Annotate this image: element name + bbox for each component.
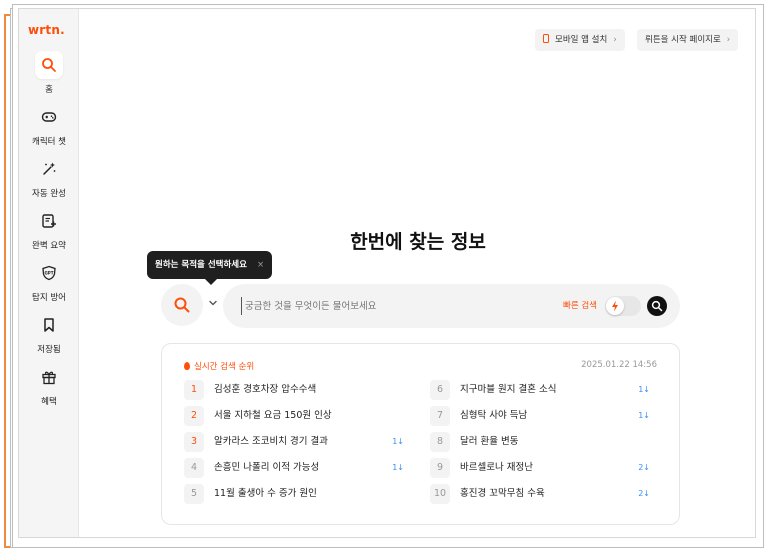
magic-wand-icon xyxy=(35,155,63,183)
rank-number: 5 xyxy=(184,484,204,504)
sidebar-item-label: 저장됨 xyxy=(37,345,61,355)
rank-number: 4 xyxy=(184,458,204,478)
gamepad-icon xyxy=(35,103,63,131)
rank-change: 1↓ xyxy=(392,437,404,446)
rank-text: 김성훈 경호차장 압수수색 xyxy=(214,384,317,395)
rank-change: 1↓ xyxy=(638,411,650,420)
sidebar-item-autocomplete[interactable]: 자동 완성 xyxy=(19,155,79,199)
search-icon xyxy=(651,300,663,312)
sidebar-item-label: 완벽 요약 xyxy=(32,241,66,251)
sidebar-item-label: 혜택 xyxy=(41,397,57,407)
rank-number: 2 xyxy=(184,406,204,426)
rank-number: 3 xyxy=(184,432,204,452)
sidebar-item-saved[interactable]: 저장됨 xyxy=(19,311,79,355)
list-item[interactable]: 1 김성훈 경호차장 압수수색 xyxy=(184,380,404,400)
purpose-tooltip: 원하는 목적을 선택하세요 × xyxy=(147,251,273,285)
rank-text: 알카라스 조코비치 경기 결과 xyxy=(214,436,328,447)
rank-text: 심형탁 사야 득남 xyxy=(460,410,528,421)
bookmark-icon xyxy=(35,311,63,339)
rank-change: 2↓ xyxy=(638,489,650,498)
list-item[interactable]: 8 달러 환율 변동 xyxy=(430,432,650,452)
sidebar-item-label: 캐릭터 챗 xyxy=(32,137,66,147)
gpt-shield-icon: GPT xyxy=(35,259,63,287)
list-item[interactable]: 3 알카라스 조코비치 경기 결과 1↓ xyxy=(184,432,404,452)
document-plus-icon xyxy=(35,207,63,235)
sidebar-item-summary[interactable]: 완벽 요약 xyxy=(19,207,79,251)
chevron-right-icon: › xyxy=(613,35,617,45)
search-input[interactable] xyxy=(241,297,541,315)
install-mobile-app-button[interactable]: 모바일 앱 설치 › xyxy=(535,29,625,51)
tooltip-close-icon[interactable]: × xyxy=(257,260,264,270)
list-item[interactable]: 10 홍진경 꼬막무침 수육 2↓ xyxy=(430,484,650,504)
quick-search-label: 빠른 검색 xyxy=(563,301,597,311)
list-item[interactable]: 4 손흥민 나폴리 이적 가능성 1↓ xyxy=(184,458,404,478)
chevron-down-icon[interactable] xyxy=(207,297,219,309)
search-icon xyxy=(35,51,63,79)
phone-icon xyxy=(543,34,549,43)
search-mode-button[interactable] xyxy=(161,284,203,326)
rank-text: 11월 출생아 수 증가 원인 xyxy=(214,488,317,499)
list-item[interactable]: 7 심형탁 사야 득남 1↓ xyxy=(430,406,650,426)
rank-text: 바르셀로나 재정난 xyxy=(460,462,533,473)
search-bar: 빠른 검색 xyxy=(223,284,680,328)
trending-searches-card: 실시간 검색 순위 2025.01.22 14:56 1 김성훈 경호차장 압수… xyxy=(161,343,680,525)
flame-icon xyxy=(184,362,190,370)
wrtn-logo[interactable]: wrtn. xyxy=(28,23,65,37)
sidebar-item-label: 홈 xyxy=(45,85,53,95)
sidebar: wrtn. 홈 캐릭터 챗 자동 완성 완벽 요약 GPT 탐지 방어 저장됨 … xyxy=(19,9,79,537)
rank-number: 8 xyxy=(430,432,450,452)
sidebar-item-home[interactable]: 홈 xyxy=(19,51,79,95)
search-submit-button[interactable] xyxy=(647,296,667,316)
chevron-right-icon: › xyxy=(726,35,731,45)
rank-number: 6 xyxy=(430,380,450,400)
rank-text: 손흥민 나폴리 이적 가능성 xyxy=(214,462,320,473)
sidebar-item-benefits[interactable]: 혜택 xyxy=(19,363,79,407)
rank-number: 9 xyxy=(430,458,450,478)
rank-text: 지구마블 원지 결혼 소식 xyxy=(460,384,557,395)
sidebar-item-detection-defense[interactable]: GPT 탐지 방어 xyxy=(19,259,79,303)
set-start-page-label: 뤼튼을 시작 페이지로 xyxy=(645,35,721,45)
trending-title: 실시간 검색 순위 xyxy=(184,360,254,372)
lightning-icon xyxy=(612,300,618,312)
list-item[interactable]: 2 서울 지하철 요금 150원 인상 xyxy=(184,406,404,426)
toggle-knob xyxy=(606,297,624,315)
list-item[interactable]: 5 11월 출생아 수 증가 원인 xyxy=(184,484,404,504)
gift-icon xyxy=(35,363,63,391)
sidebar-item-character-chat[interactable]: 캐릭터 챗 xyxy=(19,103,79,147)
rank-change: 1↓ xyxy=(638,385,650,394)
app-window: wrtn. 홈 캐릭터 챗 자동 완성 완벽 요약 GPT 탐지 방어 저장됨 … xyxy=(18,8,756,538)
search-icon xyxy=(174,297,190,313)
rank-text: 달러 환율 변동 xyxy=(460,436,519,447)
page-title: 한번에 찾는 정보 xyxy=(350,231,486,253)
install-mobile-app-label: 모바일 앱 설치 xyxy=(555,35,608,45)
rank-text: 서울 지하철 요금 150원 인상 xyxy=(214,410,332,421)
set-start-page-button[interactable]: 뤼튼을 시작 페이지로 › xyxy=(637,29,739,51)
rank-change: 1↓ xyxy=(392,463,404,472)
list-item[interactable]: 9 바르셀로나 재정난 2↓ xyxy=(430,458,650,478)
quick-search-toggle[interactable] xyxy=(605,296,641,316)
rank-text: 홍진경 꼬막무침 수육 xyxy=(460,488,545,499)
rank-number: 1 xyxy=(184,380,204,400)
tooltip-text: 원하는 목적을 선택하세요 xyxy=(155,260,247,270)
rank-change: 2↓ xyxy=(638,463,650,472)
trending-title-text: 실시간 검색 순위 xyxy=(194,362,255,372)
sidebar-item-label: 탐지 방어 xyxy=(32,293,66,303)
svg-text:GPT: GPT xyxy=(45,271,54,276)
trending-timestamp: 2025.01.22 14:56 xyxy=(581,360,657,370)
rank-number: 7 xyxy=(430,406,450,426)
rank-number: 10 xyxy=(430,484,450,504)
sidebar-item-label: 자동 완성 xyxy=(32,189,66,199)
list-item[interactable]: 6 지구마블 원지 결혼 소식 1↓ xyxy=(430,380,650,400)
